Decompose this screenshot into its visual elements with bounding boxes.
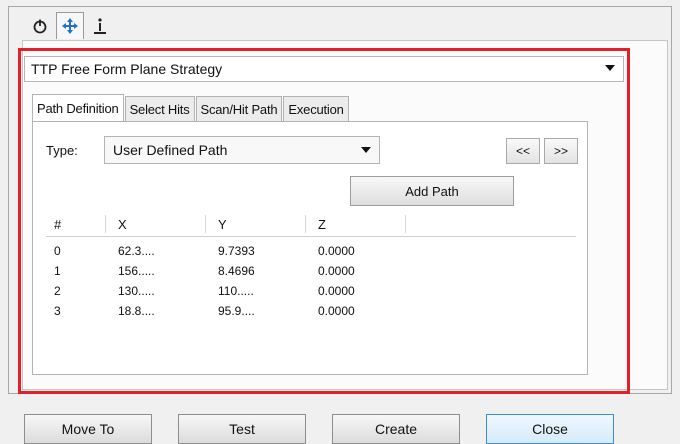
cell-y: 95.9.... bbox=[218, 304, 255, 318]
type-label: Type: bbox=[46, 143, 78, 158]
column-header-y[interactable]: Y bbox=[206, 215, 306, 233]
column-header-filler bbox=[406, 215, 576, 233]
add-path-button[interactable]: Add Path bbox=[350, 176, 514, 206]
table-row[interactable]: 0 62.3.... 9.7393 0.0000 bbox=[46, 241, 576, 261]
tab-info[interactable] bbox=[86, 12, 114, 40]
strategy-dropdown-value: TTP Free Form Plane Strategy bbox=[31, 61, 223, 77]
cell-y: 8.4696 bbox=[218, 264, 255, 278]
cell-x: 18.8.... bbox=[118, 304, 155, 318]
cell-z: 0.0000 bbox=[318, 284, 355, 298]
path-points-grid: # X Y Z 0 62.3.... 9.7393 0.0000 1 156..… bbox=[46, 212, 576, 321]
top-tab-strip bbox=[26, 12, 116, 40]
info-icon bbox=[94, 18, 106, 34]
power-icon bbox=[33, 19, 47, 34]
cell-x: 62.3.... bbox=[118, 244, 155, 258]
column-header-index[interactable]: # bbox=[46, 215, 106, 233]
cell-index: 3 bbox=[54, 304, 61, 318]
cell-z: 0.0000 bbox=[318, 304, 355, 318]
cell-y: 9.7393 bbox=[218, 244, 255, 258]
table-row[interactable]: 2 130..... 110..... 0.0000 bbox=[46, 281, 576, 301]
column-header-x[interactable]: X bbox=[106, 215, 206, 233]
column-header-z[interactable]: Z bbox=[306, 215, 406, 233]
cell-index: 1 bbox=[54, 264, 61, 278]
cell-x: 130..... bbox=[118, 284, 155, 298]
grid-header: # X Y Z bbox=[46, 212, 576, 237]
path-type-dropdown[interactable]: User Defined Path bbox=[104, 136, 380, 164]
table-row[interactable]: 3 18.8.... 95.9.... 0.0000 bbox=[46, 301, 576, 321]
strategy-dropdown[interactable]: TTP Free Form Plane Strategy bbox=[24, 56, 624, 82]
tab-execution[interactable]: Execution bbox=[283, 96, 349, 121]
close-button[interactable]: Close bbox=[486, 414, 614, 444]
cell-x: 156..... bbox=[118, 264, 155, 278]
move-to-button[interactable]: Move To bbox=[24, 414, 152, 444]
strategy-tabs: Path Definition Select Hits Scan/Hit Pat… bbox=[32, 94, 350, 122]
create-button[interactable]: Create bbox=[332, 414, 460, 444]
move-arrows-icon bbox=[62, 18, 78, 34]
test-button[interactable]: Test bbox=[178, 414, 306, 444]
chevron-down-icon bbox=[361, 147, 371, 153]
table-row[interactable]: 1 156..... 8.4696 0.0000 bbox=[46, 261, 576, 281]
tab-select-hits[interactable]: Select Hits bbox=[124, 96, 195, 121]
tab-path-definition[interactable]: Path Definition bbox=[32, 94, 124, 121]
cell-index: 2 bbox=[54, 284, 61, 298]
previous-button[interactable]: << bbox=[506, 138, 540, 164]
cell-index: 0 bbox=[54, 244, 61, 258]
tab-power[interactable] bbox=[26, 12, 54, 40]
cell-y: 110..... bbox=[218, 284, 254, 298]
next-button[interactable]: >> bbox=[544, 138, 578, 164]
chevron-down-icon bbox=[605, 65, 615, 71]
path-type-value: User Defined Path bbox=[113, 142, 228, 158]
cell-z: 0.0000 bbox=[318, 244, 355, 258]
tab-scan-hit-path[interactable]: Scan/Hit Path bbox=[195, 96, 283, 121]
cell-z: 0.0000 bbox=[318, 264, 355, 278]
tab-move[interactable] bbox=[56, 12, 84, 39]
